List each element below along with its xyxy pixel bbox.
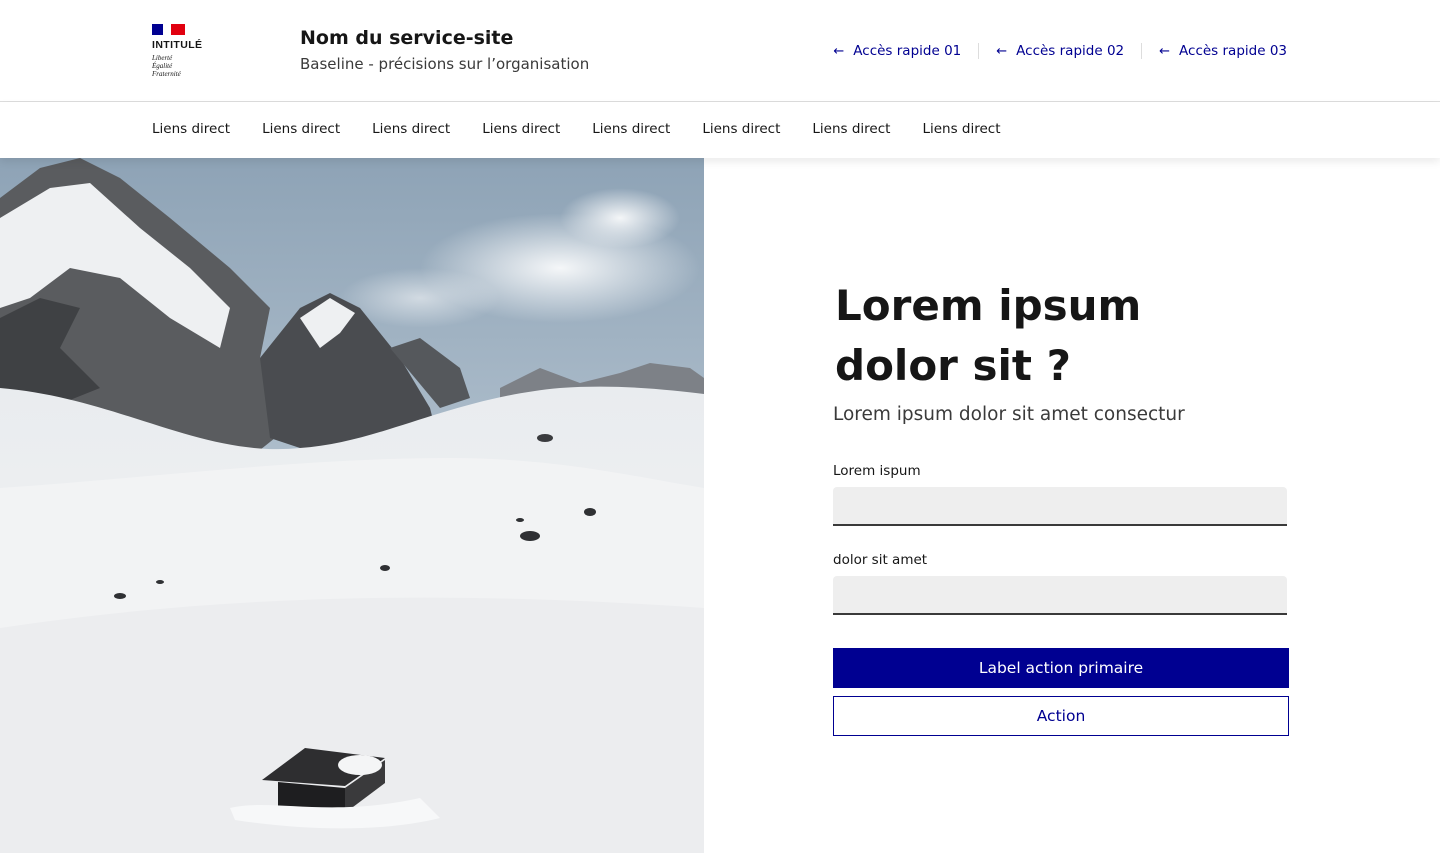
site-header: INTITULÉ Liberté Égalité Fraternité Nom … bbox=[0, 0, 1440, 102]
logo-devise: Liberté Égalité Fraternité bbox=[152, 54, 181, 78]
marianne-flag-icon bbox=[152, 24, 185, 35]
nav-item[interactable]: Liens direct bbox=[702, 121, 780, 137]
service-title-block: Nom du service-site Baseline - précision… bbox=[300, 27, 589, 73]
secondary-action-button[interactable]: Action bbox=[833, 696, 1289, 736]
service-name[interactable]: Nom du service-site bbox=[300, 27, 589, 49]
page-title: Lorem ipsum dolor sit ? bbox=[835, 281, 1142, 390]
snowy-mountain-hero-image bbox=[0, 158, 704, 853]
nav-item[interactable]: Liens direct bbox=[482, 121, 560, 137]
service-baseline: Baseline - précisions sur l’organisation bbox=[300, 55, 590, 73]
quick-access-links: ← Accès rapide 01 ← Accès rapide 02 ← Ac… bbox=[816, 41, 1287, 61]
nav-item[interactable]: Liens direct bbox=[372, 121, 450, 137]
nav-item[interactable]: Liens direct bbox=[592, 121, 670, 137]
lorem-ispum-input[interactable] bbox=[833, 487, 1287, 526]
form-panel: Lorem ipsum dolor sit ? Lorem ipsum dolo… bbox=[704, 158, 1440, 853]
arrow-left-icon: ← bbox=[996, 43, 1008, 59]
arrow-left-icon: ← bbox=[1159, 43, 1171, 59]
quick-access-link-01[interactable]: ← Accès rapide 01 bbox=[816, 43, 978, 59]
page-subtitle: Lorem ipsum dolor sit amet consectur bbox=[833, 404, 1185, 425]
arrow-left-icon: ← bbox=[833, 43, 845, 59]
quick-access-label: Accès rapide 02 bbox=[1016, 43, 1125, 59]
quick-access-link-02[interactable]: ← Accès rapide 02 bbox=[978, 43, 1141, 59]
nav-item[interactable]: Liens direct bbox=[922, 121, 1000, 137]
dolor-sit-amet-input[interactable] bbox=[833, 576, 1287, 615]
field-label-dolor-sit-amet: dolor sit amet bbox=[833, 552, 928, 568]
republique-francaise-logo[interactable]: INTITULÉ Liberté Égalité Fraternité bbox=[152, 24, 222, 84]
nav-item[interactable]: Liens direct bbox=[262, 121, 340, 137]
primary-action-button[interactable]: Label action primaire bbox=[833, 648, 1289, 688]
quick-access-link-03[interactable]: ← Accès rapide 03 bbox=[1141, 43, 1287, 59]
field-label-lorem-ispum: Lorem ispum bbox=[833, 463, 921, 479]
quick-access-label: Accès rapide 01 bbox=[853, 43, 962, 59]
nav-item[interactable]: Liens direct bbox=[152, 121, 230, 137]
nav-item[interactable]: Liens direct bbox=[812, 121, 890, 137]
quick-access-label: Accès rapide 03 bbox=[1179, 43, 1287, 59]
main-navigation: Liens direct Liens direct Liens direct L… bbox=[0, 102, 1440, 158]
logo-intitule: INTITULÉ bbox=[152, 39, 203, 51]
